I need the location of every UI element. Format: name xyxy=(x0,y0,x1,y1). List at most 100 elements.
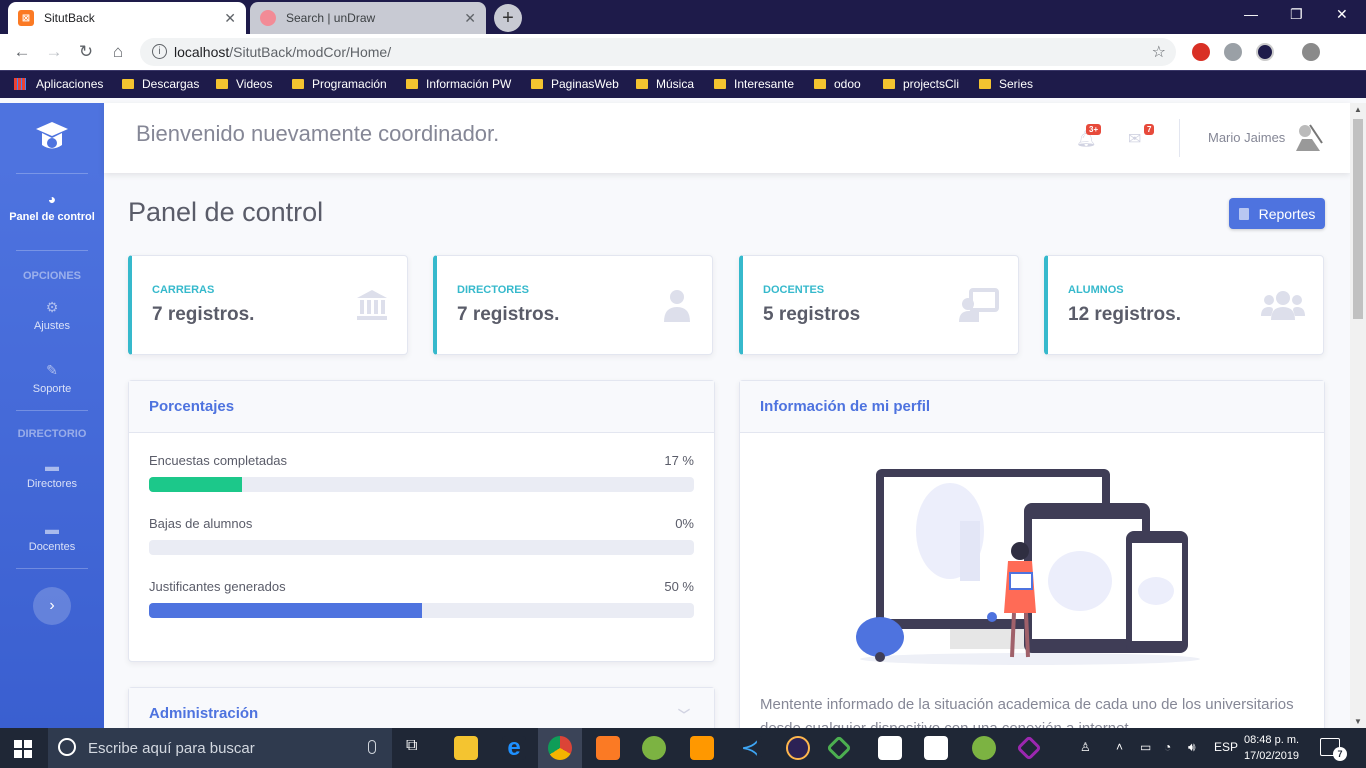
folder-icon xyxy=(531,79,543,89)
folder-icon xyxy=(714,79,726,89)
mongodb-compass-icon[interactable] xyxy=(878,736,902,760)
battery-icon[interactable]: ▭ xyxy=(1140,740,1151,754)
hs-app-icon[interactable] xyxy=(642,736,666,760)
sidebar: ◕ Panel de control OPCIONES ⚙ Ajustes ✎ … xyxy=(0,103,104,728)
sidebar-heading-directory: DIRECTORIO xyxy=(17,428,87,440)
folder-icon: ▬ xyxy=(45,458,59,474)
sidebar-item-docentes[interactable]: ▬ Docentes xyxy=(0,521,104,553)
clock[interactable]: 08:48 p. m. 17/02/2019 xyxy=(1244,732,1299,764)
people-icon[interactable]: ♙ xyxy=(1080,740,1091,754)
search-placeholder: Escribe aquí para buscar xyxy=(88,739,255,757)
git-app-icon[interactable] xyxy=(1016,735,1042,761)
close-tab-icon[interactable]: ✕ xyxy=(464,10,476,27)
sidebar-item-label: Ajustes xyxy=(33,320,71,332)
menu-icon[interactable]: ⋮ xyxy=(1336,42,1356,62)
bookmark-folder[interactable]: Descargas xyxy=(122,77,199,91)
minimize-icon[interactable]: — xyxy=(1244,6,1258,22)
bookmark-folder[interactable]: Videos xyxy=(216,77,272,91)
stat-value: 7 registros. xyxy=(152,304,255,325)
graduation-cap-logo-icon[interactable] xyxy=(34,119,70,155)
microphone-icon[interactable] xyxy=(368,740,376,754)
tab-undraw[interactable]: Search | unDraw ✕ xyxy=(250,2,486,34)
scroll-down-icon[interactable]: ▼ xyxy=(1354,717,1362,726)
windows-start-icon[interactable] xyxy=(14,740,32,758)
page-scrollbar[interactable]: ▲ ▼ xyxy=(1350,103,1366,728)
windows-taskbar: Escribe aquí para buscar ⧉ e ≺ ♙ ˄ ▭ ◔ 🔊… xyxy=(0,728,1366,768)
info-icon[interactable]: i xyxy=(152,44,167,59)
hs-app-icon[interactable] xyxy=(972,736,996,760)
stat-label: ALUMNOS xyxy=(1068,284,1124,296)
sidebar-item-label: Panel de control xyxy=(9,211,95,223)
bookmark-apps[interactable]: Aplicaciones xyxy=(14,77,103,91)
reports-button[interactable]: Reportes xyxy=(1229,198,1325,229)
bookmark-folder[interactable]: odoo xyxy=(814,77,861,91)
bookmark-folder[interactable]: projectsCli xyxy=(883,77,959,91)
vscode-icon[interactable]: ≺ xyxy=(738,736,762,760)
tab-situtback[interactable]: ⊠ SitutBack ✕ xyxy=(8,2,246,34)
sidebar-item-label: Directores xyxy=(26,478,78,490)
reports-button-label: Reportes xyxy=(1258,205,1316,222)
university-icon xyxy=(357,290,387,320)
new-tab-button[interactable]: + xyxy=(494,4,522,32)
bookmark-folder[interactable]: Información PW xyxy=(406,77,511,91)
show-hidden-icons-chevron-icon[interactable]: ˄ xyxy=(1116,740,1123,754)
task-view-icon[interactable]: ⧉ xyxy=(406,737,417,755)
card-header[interactable]: Administración ﹀ xyxy=(129,688,714,728)
sidebar-item-directores[interactable]: ▬ Directores xyxy=(0,458,104,490)
eclipse-icon[interactable] xyxy=(786,736,810,760)
stat-card-alumnos: ALUMNOS 12 registros. xyxy=(1044,255,1324,355)
bookmark-folder[interactable]: Música xyxy=(636,77,694,91)
extension-icon[interactable] xyxy=(1256,43,1274,61)
stat-card-docentes: DOCENTES 5 registros xyxy=(739,255,1019,355)
chevron-down-icon[interactable]: ﹀ xyxy=(678,706,690,723)
xampp-icon[interactable] xyxy=(596,736,620,760)
sidebar-item-soporte[interactable]: ✎ Soporte xyxy=(0,362,104,395)
welcome-message: Bienvenido nuevamente coordinador. xyxy=(136,121,500,146)
extension-icon[interactable] xyxy=(1224,43,1242,61)
url-path: /SitutBack/modCor/Home/ xyxy=(229,44,392,60)
bookmark-folder[interactable]: PaginasWeb xyxy=(531,77,619,91)
yab-extension-icon[interactable] xyxy=(1192,43,1210,61)
progress-bar xyxy=(149,540,694,555)
git-app-icon[interactable] xyxy=(826,735,852,761)
bookmark-folder[interactable]: Series xyxy=(979,77,1033,91)
reload-icon[interactable]: ↻ xyxy=(76,42,96,62)
scrollbar-thumb[interactable] xyxy=(1353,119,1363,319)
close-window-icon[interactable]: ✕ xyxy=(1336,6,1348,23)
user-name[interactable]: Mario Jaimes xyxy=(1208,130,1285,145)
bookmark-label: odoo xyxy=(834,77,861,91)
volume-icon[interactable]: 🔊︎ xyxy=(1188,740,1196,755)
mongodb-compass-icon[interactable] xyxy=(924,736,948,760)
action-center-icon[interactable]: 7 xyxy=(1320,738,1347,761)
scroll-up-icon[interactable]: ▲ xyxy=(1354,105,1362,114)
edge-icon[interactable]: e xyxy=(502,736,526,760)
wifi-icon[interactable]: ◔ xyxy=(1164,740,1171,754)
bookmark-folder[interactable]: Interesante xyxy=(714,77,794,91)
administration-card[interactable]: Administración ﹀ xyxy=(128,687,715,728)
address-bar[interactable]: i localhost/SitutBack/modCor/Home/ ☆ xyxy=(140,38,1176,66)
profile-avatar-icon[interactable] xyxy=(1302,43,1320,61)
restore-icon[interactable]: ❐ xyxy=(1290,6,1303,23)
home-icon[interactable]: ⌂ xyxy=(108,42,128,62)
progress-bar xyxy=(149,603,694,618)
bookmarks-bar: Aplicaciones Descargas Videos Programaci… xyxy=(0,70,1366,98)
user-avatar[interactable] xyxy=(1290,121,1324,155)
sidebar-item-panel-de-control[interactable]: ◕ Panel de control xyxy=(0,191,104,223)
bookmark-star-icon[interactable]: ☆ xyxy=(1152,42,1166,62)
language-indicator[interactable]: ESP xyxy=(1214,740,1238,754)
chrome-icon[interactable] xyxy=(548,736,572,760)
sidebar-divider xyxy=(16,568,88,569)
sidebar-item-ajustes[interactable]: ⚙ Ajustes xyxy=(0,299,104,332)
bookmark-folder[interactable]: Programación xyxy=(292,77,387,91)
forward-icon[interactable]: → xyxy=(44,42,64,62)
taskbar-search-input[interactable]: Escribe aquí para buscar xyxy=(48,728,392,768)
close-tab-icon[interactable]: ✕ xyxy=(224,10,236,27)
alerts-badge: 3+ xyxy=(1086,124,1102,135)
stat-value: 12 registros. xyxy=(1068,304,1181,325)
envelope-icon[interactable]: ✉ xyxy=(1128,129,1141,149)
sublime-text-icon[interactable] xyxy=(690,736,714,760)
folder-icon xyxy=(814,79,826,89)
sidebar-toggle-button[interactable]: › xyxy=(33,587,71,625)
file-explorer-icon[interactable] xyxy=(454,736,478,760)
back-icon[interactable]: ← xyxy=(12,42,32,62)
